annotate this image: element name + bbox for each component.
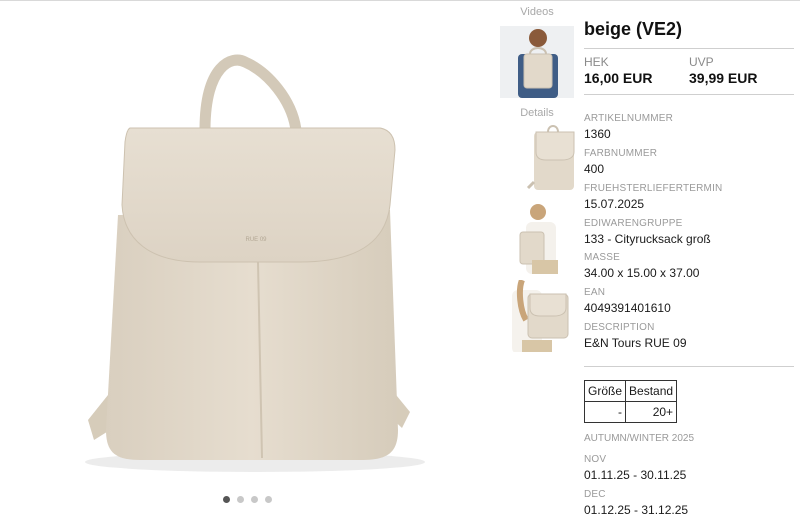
carousel-dot[interactable] bbox=[265, 496, 272, 503]
price-divider bbox=[584, 94, 794, 95]
hek-value: 16,00 EUR bbox=[584, 70, 653, 86]
table-cell: - bbox=[583, 401, 627, 423]
title-divider bbox=[584, 48, 794, 49]
stock-table-wrap: Größe Bestand - 20+ bbox=[583, 380, 678, 423]
details-divider bbox=[584, 366, 794, 367]
table-cell: 20+ bbox=[625, 401, 678, 423]
period-month: NOV bbox=[584, 454, 607, 465]
field-value: E&N Tours RUE 09 bbox=[584, 336, 687, 350]
detail-thumbnail[interactable] bbox=[512, 202, 572, 274]
carousel-dots bbox=[223, 496, 272, 503]
field-value: 1360 bbox=[584, 127, 611, 141]
field-label: FRUEHSTERLIEFERTERMIN bbox=[584, 183, 723, 194]
video-thumbnail[interactable] bbox=[500, 26, 574, 98]
hek-label: HEK bbox=[584, 55, 609, 69]
uvp-value: 39,99 EUR bbox=[689, 70, 758, 86]
column-header: Größe bbox=[583, 380, 627, 402]
backpack-image: RUE 09 bbox=[85, 54, 425, 472]
field-label: ARTIKELNUMMER bbox=[584, 113, 674, 124]
field-label: DESCRIPTION bbox=[584, 322, 655, 333]
season-label: AUTUMN/WINTER 2025 bbox=[584, 433, 695, 444]
product-title: beige (VE2) bbox=[584, 19, 683, 39]
field-label: FARBNUMMER bbox=[584, 148, 658, 159]
carousel-dot[interactable] bbox=[251, 496, 258, 503]
table-row: - 20+ bbox=[583, 401, 678, 423]
field-value: 15.07.2025 bbox=[584, 197, 645, 211]
details-label: Details bbox=[520, 107, 554, 119]
field-value: 34.00 x 15.00 x 37.00 bbox=[584, 266, 700, 280]
period-range: 01.11.25 - 30.11.25 bbox=[584, 468, 687, 482]
videos-label: Videos bbox=[520, 6, 554, 18]
field-label: EAN bbox=[584, 287, 606, 298]
field-value: 133 - Cityrucksack groß bbox=[584, 232, 711, 246]
main-product-image[interactable]: RUE 09 bbox=[0, 0, 500, 488]
table-header-row: Größe Bestand bbox=[583, 380, 678, 402]
carousel-dot[interactable] bbox=[237, 496, 244, 503]
detail-thumbnail[interactable] bbox=[518, 122, 580, 194]
uvp-label: UVP bbox=[689, 55, 714, 69]
detail-thumbnail[interactable] bbox=[508, 280, 574, 352]
period-month: DEC bbox=[584, 489, 606, 500]
carousel-dot[interactable] bbox=[223, 496, 230, 503]
period-range: 01.12.25 - 31.12.25 bbox=[584, 503, 689, 517]
field-label: EDIWARENGRUPPE bbox=[584, 218, 683, 229]
field-value: 400 bbox=[584, 162, 605, 176]
field-label: MASSE bbox=[584, 252, 621, 263]
brand-mark: RUE 09 bbox=[245, 237, 267, 243]
field-value: 4049391401610 bbox=[584, 301, 671, 315]
stock-table: Größe Bestand - 20+ bbox=[583, 380, 678, 423]
column-header: Bestand bbox=[625, 380, 678, 402]
